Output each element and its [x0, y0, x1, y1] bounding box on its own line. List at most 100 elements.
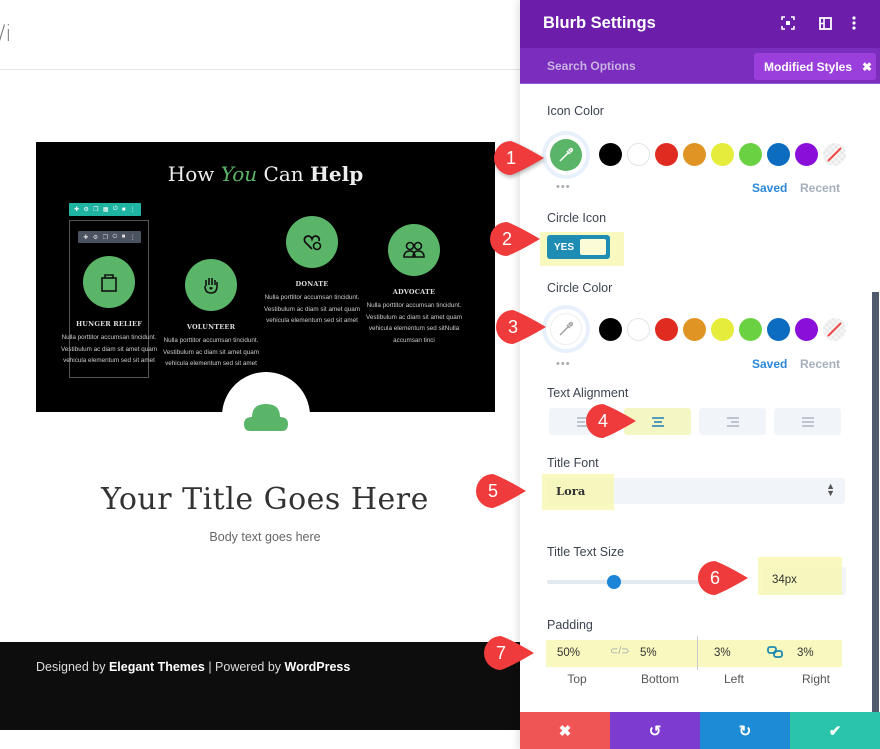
swatch-blue[interactable] [767, 143, 790, 166]
swatch-purple[interactable] [795, 318, 818, 341]
callout-number: 7 [495, 642, 506, 663]
cancel-button[interactable]: ✖ [520, 712, 610, 749]
link-icon[interactable] [767, 645, 783, 664]
select-arrows-icon: ▲ ▼ [826, 481, 835, 498]
swatch-black[interactable] [599, 143, 622, 166]
modified-styles-filter[interactable]: Modified Styles ✖ [754, 53, 876, 80]
padding-left-input[interactable]: 3% [704, 640, 764, 667]
swatch-transparent[interactable] [823, 143, 846, 166]
redo-button[interactable]: ↻ [700, 712, 790, 749]
swatch-green[interactable] [739, 318, 762, 341]
icon-color-swatches [599, 143, 846, 166]
title-font-select[interactable]: Lora ▲ ▼ [542, 474, 845, 510]
add-icon[interactable]: ✚ [83, 234, 88, 241]
column-title: HUNGER RELIEF [75, 320, 143, 328]
hero-title-accent: You [220, 162, 258, 186]
row-toolbar[interactable]: ✚ ⚙ ❐ ▦ ⏻ ■ ⋮ [69, 203, 141, 216]
trash-icon[interactable]: ■ [122, 207, 126, 213]
circle-icon-toggle[interactable]: YES [547, 235, 610, 259]
align-center-icon [651, 416, 664, 427]
padding-left-label: Left [723, 672, 744, 686]
columns-icon[interactable]: ▦ [103, 206, 109, 213]
shopping-bag-icon [101, 274, 117, 292]
duplicate-icon[interactable]: ❐ [93, 206, 98, 213]
title-size-input[interactable]: 34px [758, 557, 846, 595]
title-font-label: Title Font [547, 456, 599, 470]
trash-icon[interactable]: ■ [122, 234, 126, 240]
hero-column: DONATE Nulla porttitor accumsan tincidun… [264, 216, 360, 327]
recent-colors-tab[interactable]: Recent [800, 181, 840, 195]
swatch-white[interactable] [627, 318, 650, 341]
circle-color-swatches [599, 318, 846, 341]
blurb-title: Your Title Goes Here [101, 482, 429, 517]
settings-icon[interactable]: ⚙ [83, 206, 88, 213]
heart-coin-icon [303, 235, 322, 251]
more-colors-icon[interactable]: ••• [556, 358, 571, 370]
swatch-orange[interactable] [683, 143, 706, 166]
power-icon[interactable]: ⏻ [113, 206, 118, 213]
icon-color-picker[interactable] [546, 135, 586, 175]
more-icon[interactable]: ⋮ [130, 234, 136, 241]
split-view-icon[interactable] [816, 14, 834, 32]
swatch-red[interactable] [655, 318, 678, 341]
highlight [758, 557, 842, 595]
saved-colors-tab[interactable]: Saved [752, 357, 787, 371]
title-size-slider-thumb[interactable] [607, 575, 622, 589]
save-button[interactable]: ✔ [790, 712, 880, 749]
recent-colors-tab[interactable]: Recent [800, 357, 840, 371]
fullscreen-icon[interactable] [779, 14, 797, 32]
align-justify-icon [801, 416, 814, 427]
add-icon[interactable]: ✚ [74, 206, 79, 213]
callout-number: 4 [597, 410, 608, 431]
swatch-orange[interactable] [683, 318, 706, 341]
module-toolbar[interactable]: ✚ ⚙ ❐ ⏻ ■ ⋮ [78, 231, 141, 243]
more-icon[interactable]: ⋮ [130, 206, 136, 213]
swatch-black[interactable] [599, 318, 622, 341]
swatch-yellow[interactable] [711, 318, 734, 341]
swatch-yellow[interactable] [711, 143, 734, 166]
blurb-settings-panel: Blurb Settings Search Options Modified S… [520, 0, 880, 749]
hero-title-bold: Help [309, 162, 364, 186]
blurb-body: Body text goes here [209, 530, 321, 544]
align-right-button[interactable] [699, 408, 766, 435]
padding-top-input[interactable]: 50% [547, 640, 607, 667]
close-icon: ✖ [558, 722, 572, 740]
circle-icon-label: Circle Icon [547, 211, 607, 225]
title-size-slider-track[interactable] [547, 580, 707, 584]
settings-icon[interactable]: ⚙ [93, 234, 98, 241]
site-logo[interactable]: /i [0, 22, 12, 47]
callout-marker: 1 [494, 141, 544, 175]
circle-color-picker[interactable] [546, 309, 586, 349]
search-options-input[interactable]: Search Options [547, 59, 636, 73]
swatch-red[interactable] [655, 143, 678, 166]
swatch-purple[interactable] [795, 143, 818, 166]
undo-button[interactable]: ↺ [610, 712, 700, 749]
panel-header[interactable]: Blurb Settings [520, 0, 880, 48]
swatch-white[interactable] [627, 143, 650, 166]
close-icon[interactable]: ✖ [862, 60, 872, 74]
callout-number: 5 [487, 480, 498, 501]
circle-color-label: Circle Color [547, 281, 613, 295]
panel-scrollbar[interactable] [872, 292, 879, 717]
swatch-blue[interactable] [767, 318, 790, 341]
unlink-icon[interactable]: ⊂/⊃ [610, 646, 630, 657]
hero-column: HUNGER RELIEF Nulla porttitor accumsan t… [61, 256, 157, 367]
swatch-green[interactable] [739, 143, 762, 166]
people-icon [403, 241, 425, 258]
align-justify-button[interactable] [774, 408, 841, 435]
power-icon[interactable]: ⏻ [112, 234, 117, 241]
platform-link[interactable]: WordPress [285, 660, 351, 674]
page: /i How You Can Help ✚ ⚙ ❐ ▦ ⏻ ■ ⋮ ✚ ⚙ ❐ ⏻ ■ ⋮ HUNGE… [0, 0, 880, 749]
footer-text: Designed by [36, 660, 109, 674]
padding-bottom-input[interactable]: 5% [630, 640, 690, 667]
callout-number: 2 [501, 228, 512, 249]
text-alignment-label: Text Alignment [547, 386, 629, 400]
more-options-icon[interactable] [845, 14, 863, 32]
designer-link[interactable]: Elegant Themes [109, 660, 205, 674]
more-colors-icon[interactable]: ••• [556, 181, 571, 193]
padding-right-label: Right [801, 672, 830, 686]
swatch-transparent[interactable] [823, 318, 846, 341]
padding-right-input[interactable]: 3% [787, 640, 845, 667]
saved-colors-tab[interactable]: Saved [752, 181, 787, 195]
duplicate-icon[interactable]: ❐ [103, 234, 108, 241]
